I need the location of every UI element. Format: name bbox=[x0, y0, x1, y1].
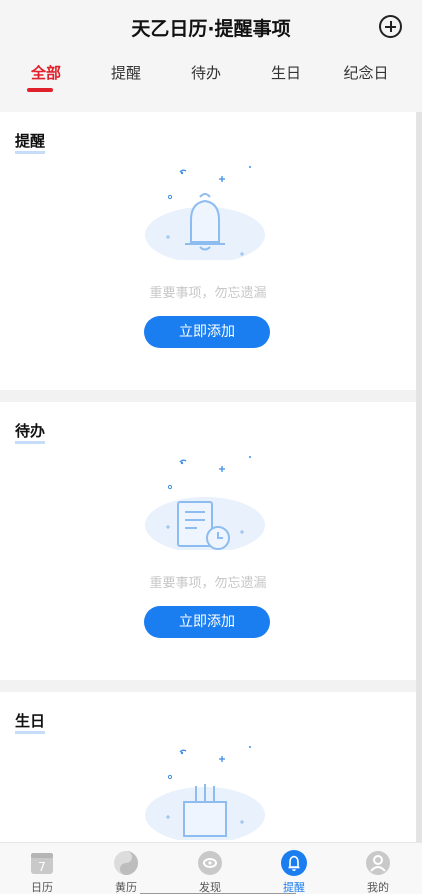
calendar-icon: 7 bbox=[31, 853, 53, 874]
tab-anniversaries[interactable]: 纪念日 bbox=[326, 62, 406, 83]
nav-label: 发现 bbox=[199, 881, 221, 894]
section-title: 待办 bbox=[15, 422, 46, 444]
nav-label: 日历 bbox=[31, 881, 53, 894]
tab-todos[interactable]: 待办 bbox=[166, 62, 246, 83]
user-icon bbox=[366, 851, 390, 875]
nav-almanac[interactable]: 黄历 bbox=[84, 843, 168, 894]
section-todos: 待办 重要事项，勿忘遗漏 立即添加 bbox=[0, 402, 416, 680]
section-birthdays: 生日 bbox=[0, 692, 416, 842]
scrollbar[interactable] bbox=[416, 112, 422, 842]
section-reminders: 提醒 重要事项，勿忘遗漏 立即添加 bbox=[0, 112, 416, 390]
plus-circle-icon[interactable] bbox=[379, 15, 402, 38]
nav-reminders[interactable]: 提醒 bbox=[252, 843, 336, 894]
tab-all[interactable]: 全部 bbox=[6, 62, 86, 83]
nav-label: 我的 bbox=[367, 881, 389, 894]
yin-yang-icon bbox=[114, 851, 138, 875]
add-todo-button[interactable]: 立即添加 bbox=[144, 606, 270, 638]
section-title: 提醒 bbox=[15, 132, 46, 154]
bell-icon bbox=[281, 850, 307, 876]
empty-state-text: 重要事项，勿忘遗漏 bbox=[149, 576, 267, 591]
header: 天乙日历·提醒事项 全部 提醒 待办 生日 纪念日 bbox=[0, 0, 422, 112]
bell-icon bbox=[145, 166, 265, 260]
content-list: 提醒 重要事项，勿忘遗漏 立即添加 待办 重要事项，勿忘遗漏 立即添加 生日 bbox=[0, 112, 416, 842]
svg-text:7: 7 bbox=[38, 860, 46, 874]
birthday-cake-icon bbox=[145, 746, 265, 840]
document-clock-icon bbox=[145, 456, 265, 550]
nav-label: 黄历 bbox=[115, 881, 137, 894]
tab-reminders[interactable]: 提醒 bbox=[86, 62, 166, 83]
nav-discover[interactable]: 发现 bbox=[168, 843, 252, 894]
discover-icon bbox=[198, 851, 222, 875]
bottom-tab-bar: 7 日历 黄历 发现 提醒 我的 bbox=[0, 842, 422, 894]
page-title: 天乙日历·提醒事项 bbox=[131, 18, 291, 40]
tab-birthdays[interactable]: 生日 bbox=[246, 62, 326, 83]
nav-calendar[interactable]: 7 日历 bbox=[0, 843, 84, 894]
category-tabs: 全部 提醒 待办 生日 纪念日 bbox=[0, 62, 422, 102]
active-tab-indicator bbox=[27, 88, 53, 92]
nav-label: 提醒 bbox=[283, 881, 305, 894]
nav-profile[interactable]: 我的 bbox=[336, 843, 420, 894]
empty-state-text: 重要事项，勿忘遗漏 bbox=[149, 286, 267, 301]
section-title: 生日 bbox=[15, 712, 46, 734]
add-reminder-button[interactable]: 立即添加 bbox=[144, 316, 270, 348]
